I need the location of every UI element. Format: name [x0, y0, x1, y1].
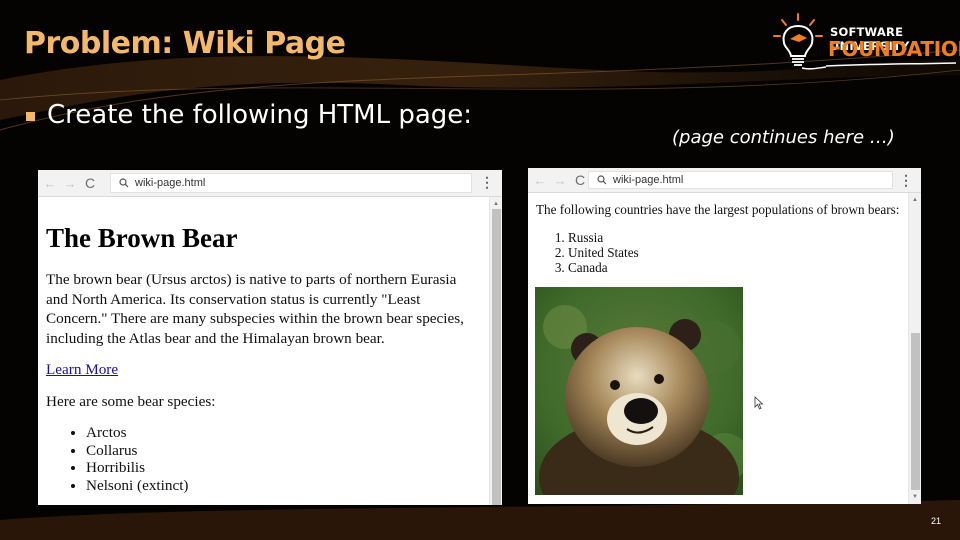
search-icon [597, 175, 607, 185]
reload-button[interactable]: C [572, 172, 588, 188]
bullet-item: Create the following HTML page: [26, 100, 472, 130]
browser-toolbar: ← → C wiki-page.html ⋮ [38, 170, 502, 197]
mouse-cursor-icon [754, 396, 764, 410]
country-item: United States [568, 245, 901, 260]
bear-illustration [535, 287, 743, 495]
country-item: Canada [568, 260, 901, 275]
browser-menu-button[interactable]: ⋮ [899, 172, 913, 189]
bullet-square-icon [26, 111, 35, 121]
address-bar[interactable]: wiki-page.html [588, 171, 893, 189]
country-item: Russia [568, 230, 901, 245]
species-item: Horribilis [86, 459, 482, 477]
scroll-up-arrow-icon[interactable]: ▲ [490, 199, 502, 209]
intro-paragraph: The brown bear (Ursus arctos) is native … [46, 271, 464, 347]
countries-list: Russia United States Canada [536, 230, 901, 275]
page-content: The following countries have the largest… [535, 193, 901, 495]
browser-toolbar: ← → C wiki-page.html ⋮ [528, 168, 921, 193]
reload-button[interactable]: C [82, 175, 98, 191]
logo-text-line2: FOUNDATION [828, 37, 960, 61]
bear-image [535, 287, 743, 495]
vertical-scrollbar[interactable]: ▲ [489, 197, 502, 505]
forward-button[interactable]: → [62, 176, 78, 191]
browser-window-left: ← → C wiki-page.html ⋮ The Brown Bear Th… [38, 170, 502, 505]
scrollbar-thumb[interactable] [911, 333, 920, 490]
species-item: Nelsoni (extinct) [86, 477, 482, 495]
forward-button[interactable]: → [552, 173, 568, 188]
back-button[interactable]: ← [42, 176, 58, 191]
slide-page-number: 21 [931, 516, 942, 526]
page-viewport: The following countries have the largest… [528, 193, 921, 504]
back-button[interactable]: ← [532, 173, 548, 188]
species-intro: Here are some bear species: [46, 393, 216, 410]
softuni-logo: SOFTWARE UNIVERSITY FOUNDATION [770, 12, 960, 74]
species-item: Collarus [86, 442, 482, 460]
countries-intro: The following countries have the largest… [536, 202, 900, 217]
scrollbar-thumb[interactable] [492, 209, 501, 505]
browser-window-right: ← → C wiki-page.html ⋮ The following cou… [528, 168, 921, 504]
address-bar[interactable]: wiki-page.html [110, 173, 472, 193]
search-icon [119, 178, 129, 188]
scroll-down-arrow-icon[interactable]: ▼ [909, 492, 921, 502]
browser-menu-button[interactable]: ⋮ [480, 174, 494, 191]
species-item: Arctos [86, 424, 482, 442]
bullet-text: Create the following HTML page: [47, 100, 473, 130]
scroll-up-arrow-icon[interactable]: ▲ [909, 195, 921, 205]
address-text: wiki-page.html [135, 177, 206, 189]
slide-title: Problem: Wiki Page [24, 26, 346, 61]
logo-underline [826, 62, 956, 67]
page-heading: The Brown Bear [46, 223, 238, 253]
page-viewport: The Brown Bear The brown bear (Ursus arc… [38, 197, 502, 505]
page-continues-note: (page continues here …) [672, 127, 895, 148]
learn-more-link[interactable]: Learn More [46, 361, 118, 379]
lightbulb-graduation-cap-icon [773, 13, 826, 70]
species-list: Arctos Collarus Horribilis Nelsoni (exti… [46, 424, 482, 494]
page-content: The Brown Bear The brown bear (Ursus arc… [46, 197, 482, 494]
vertical-scrollbar[interactable]: ▲ ▼ [908, 193, 921, 504]
address-text: wiki-page.html [613, 174, 684, 186]
